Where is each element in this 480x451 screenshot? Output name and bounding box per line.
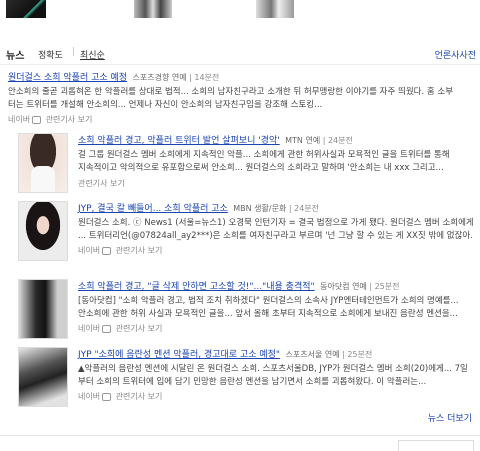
- news-thumbnail[interactable]: [18, 279, 68, 339]
- snippet-line: 부터 소희의 트위터에 입에 담기 민망한 음란성 멘션을 남기면서 소희를 괴…: [78, 377, 427, 387]
- speech-bubble-icon: [102, 246, 112, 255]
- naver-news-link[interactable]: 네이버: [78, 246, 100, 255]
- news-title-row: JYP, 결국 칼 빼들어... 소희 악플러 고소 MBN 생활/문화 | 2…: [78, 204, 320, 214]
- news-links: 네이버 관련기사 보기: [8, 114, 92, 125]
- snippet-line: 지속적이고 악의적으로 유포함으로써 안소희... 원더걸스의 소희라고 말하며…: [78, 163, 444, 173]
- snippet-line: ... 트위터리언(@07824all_ay2***)은 소희를 여자친구라고 …: [78, 231, 473, 241]
- news-title-row: 소희 악플러 경고, "글 삭제 안하면 고소할 것!"..."내용 충격적" …: [78, 282, 400, 292]
- news-source[interactable]: MBN 생활/문화: [233, 204, 286, 213]
- news-time: 24분전: [327, 136, 353, 145]
- news-title-link[interactable]: 소희 악플러 경고, 악플러 트위터 발언 살펴보니 '경악': [78, 136, 280, 146]
- news-source[interactable]: MTN 연예: [285, 136, 320, 145]
- footer-box: [398, 440, 474, 451]
- press-dictionary-link[interactable]: 언론사사전: [435, 48, 476, 61]
- snippet-line: 안소희의 줄곧 괴롭혀온 한 악플러를 상대로 법적... 소희의 남자친구라고…: [8, 87, 454, 97]
- news-links: 네이버 관련기사 보기: [78, 323, 162, 334]
- snippet-line: [동아닷컴] "소희 악플러 경고, 법적 조치 취하겠다" 원더걸스의 소속사…: [78, 296, 459, 306]
- news-snippet: ▲악플러의 음란성 멘션에 시달린 온 원더걸스 소희. 스포츠서울DB, JY…: [78, 363, 478, 389]
- related-articles-link[interactable]: 관련기사 보기: [116, 324, 163, 333]
- divider: [73, 47, 74, 56]
- news-links: 네이버 관련기사 보기: [78, 391, 162, 402]
- news-snippet: [동아닷컴] "소희 악플러 경고, 법적 조치 취하겠다" 원더걸스의 소속사…: [78, 295, 478, 321]
- thumbnail-figure: [31, 166, 55, 192]
- divider: [0, 435, 480, 436]
- news-links: 네이버 관련기사 보기: [78, 245, 162, 256]
- snippet-line: 원더걸스 소희. ⓒ News1 (서울=뉴스1) 오경묵 인턴기자 = 결국 …: [78, 218, 474, 228]
- image-thumbnail[interactable]: [256, 0, 294, 18]
- news-title-link[interactable]: JYP, 결국 칼 빼들어... 소희 악플러 고소: [78, 204, 228, 214]
- news-snippet: 안소희의 줄곧 괴롭혀온 한 악플러를 상대로 법적... 소희의 남자친구라고…: [8, 86, 478, 112]
- news-time: 25분전: [374, 282, 400, 291]
- snippet-line: 걸 그룹 원더걸스 멤버 소희에게 지속적인 악플... 소희에게 관한 허위사…: [78, 150, 450, 160]
- image-strip: [0, 0, 480, 30]
- news-title-link[interactable]: 원더걸스 소희 악플러 고소 예정: [8, 73, 127, 83]
- news-source[interactable]: 스포츠서울 연예: [286, 350, 340, 359]
- news-snippet: 걸 그룹 원더걸스 멤버 소희에게 지속적인 악플... 소희에게 관한 허위사…: [78, 149, 478, 175]
- snippet-line: 안소희에 관한 허위 사실과 모욕적인 글을... 앞서 올해 초부터 지속적으…: [78, 309, 458, 319]
- related-articles-link[interactable]: 관련기사 보기: [116, 246, 163, 255]
- related-articles-link[interactable]: 관련기사 보기: [46, 115, 93, 124]
- related-articles-link[interactable]: 관련기사 보기: [116, 392, 163, 401]
- news-title-row: 원더걸스 소희 악플러 고소 예정 스포츠경향 연예 | 14분전: [8, 73, 220, 83]
- speech-bubble-icon: [102, 392, 112, 401]
- news-time: 25분전: [347, 350, 373, 359]
- news-title-link[interactable]: 소희 악플러 경고, "글 삭제 안하면 고소할 것!"..."내용 충격적": [78, 282, 315, 292]
- related-articles-link[interactable]: 관련기사 보기: [78, 179, 125, 188]
- image-thumbnail[interactable]: [6, 0, 46, 18]
- news-section-header: 뉴스 정확도 최신순 언론사사전: [0, 42, 480, 65]
- news-time: 14분전: [194, 73, 220, 82]
- more-news-link[interactable]: 뉴스 더보기: [428, 411, 472, 424]
- news-title-row: JYP "소희에 음란성 멘션 악플러, 경고대로 고소 예정" 스포츠서울 연…: [78, 350, 373, 360]
- news-time: 24분전: [294, 204, 320, 213]
- snippet-line: ▲악플러의 음란성 멘션에 시달린 온 원더걸스 소희. 스포츠서울DB, JY…: [78, 364, 468, 374]
- news-title-link[interactable]: JYP "소희에 음란성 멘션 악플러, 경고대로 고소 예정": [78, 350, 280, 360]
- news-thumbnail[interactable]: [18, 133, 68, 193]
- speech-bubble-icon: [32, 115, 42, 124]
- speech-bubble-icon: [102, 324, 112, 333]
- sort-latest-link[interactable]: 최신순: [80, 48, 105, 61]
- naver-news-link[interactable]: 네이버: [8, 115, 30, 124]
- news-snippet: 원더걸스 소희. ⓒ News1 (서울=뉴스1) 오경묵 인턴기자 = 결국 …: [78, 217, 478, 243]
- news-thumbnail[interactable]: [18, 347, 68, 407]
- naver-news-link[interactable]: 네이버: [78, 392, 100, 401]
- news-links: 관련기사 보기: [78, 178, 125, 189]
- naver-news-link[interactable]: 네이버: [78, 324, 100, 333]
- news-source[interactable]: 동아닷컴 연예: [320, 282, 367, 291]
- image-thumbnail[interactable]: [134, 0, 172, 18]
- news-source[interactable]: 스포츠경향 연예: [133, 73, 187, 82]
- sort-accuracy-link[interactable]: 정확도: [38, 48, 63, 61]
- news-title-row: 소희 악플러 경고, 악플러 트위터 발언 살펴보니 '경악' MTN 연예 |…: [78, 136, 353, 146]
- section-title: 뉴스: [6, 51, 25, 62]
- snippet-line: 터는 트위터를 개설해 안소희의... 언제나 자신이 안소희의 남자친구임을 …: [8, 100, 323, 110]
- news-thumbnail[interactable]: [18, 201, 68, 261]
